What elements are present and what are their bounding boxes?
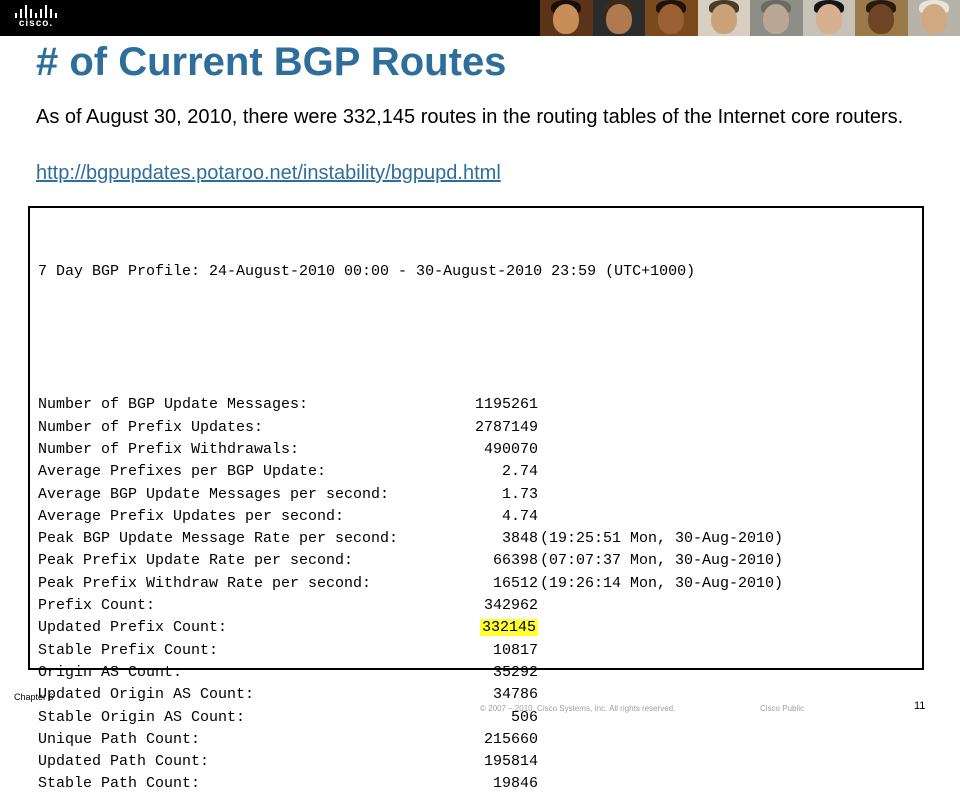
- intro-text: As of August 30, 2010, there were 332,14…: [36, 106, 916, 128]
- source-link[interactable]: http://bgpupdates.potaroo.net/instabilit…: [36, 162, 501, 185]
- terminal-header-text: 7 Day BGP Profile: 24-August-2010 00:00 …: [38, 261, 695, 283]
- stat-label: Prefix Count:: [38, 595, 155, 617]
- stat-label: Number of Prefix Updates:: [38, 417, 263, 439]
- stat-value-text: 4.74: [502, 508, 538, 525]
- stat-row: Average Prefix Updates per second:4.74: [38, 506, 74, 528]
- stat-value-text: 19846: [493, 775, 538, 792]
- footer-classification: Cisco Public: [760, 704, 804, 713]
- header-photo: [540, 0, 593, 36]
- stat-row: Average Prefixes per BGP Update:2.74: [38, 461, 74, 483]
- stat-label: Stable Prefix Count:: [38, 640, 218, 662]
- stat-value-text: 10817: [493, 642, 538, 659]
- stat-row: Number of Prefix Withdrawals:490070: [38, 439, 74, 461]
- stat-value: 66398: [238, 550, 538, 572]
- stat-value-text: 34786: [493, 686, 538, 703]
- stat-value-text: 1195261: [475, 396, 538, 413]
- stat-value-text: 3848: [502, 530, 538, 547]
- stat-value-text: 490070: [484, 441, 538, 458]
- intro-paragraph: As of August 30, 2010, there were 332,14…: [36, 106, 916, 128]
- terminal-output: 7 Day BGP Profile: 24-August-2010 00:00 …: [38, 216, 74, 796]
- blank-line: [38, 327, 74, 349]
- stat-value-text: 195814: [484, 753, 538, 770]
- stat-value: 2787149: [238, 417, 538, 439]
- stat-row: Peak BGP Update Message Rate per second:…: [38, 528, 74, 550]
- page-number: 11: [914, 700, 925, 712]
- stat-row: Origin AS Count:35292: [38, 662, 74, 684]
- stat-label: Stable Origin AS Count:: [38, 707, 245, 729]
- stat-timestamp: (07:07:37 Mon, 30-Aug-2010): [540, 550, 783, 572]
- stat-row: Updated Path Count:195814: [38, 751, 74, 773]
- header-photo: [645, 0, 698, 36]
- header-photo: [803, 0, 856, 36]
- footer-copyright: © 2007 – 2010, Cisco Systems, Inc. All r…: [480, 704, 675, 713]
- header-photo: [750, 0, 803, 36]
- stat-value: 2.74: [238, 461, 538, 483]
- stat-row: Updated Prefix Count:332145: [38, 617, 74, 639]
- stat-value-text: 342962: [484, 597, 538, 614]
- stat-value: 342962: [238, 595, 538, 617]
- stat-row: Number of BGP Update Messages:1195261: [38, 394, 74, 416]
- stat-label: Updated Prefix Count:: [38, 617, 227, 639]
- stat-label: Updated Path Count:: [38, 751, 209, 773]
- stat-label: Updated Origin AS Count:: [38, 684, 254, 706]
- stat-row: Number of Prefix Updates:2787149: [38, 417, 74, 439]
- stat-label: Unique Path Count:: [38, 729, 200, 751]
- terminal-header: 7 Day BGP Profile: 24-August-2010 00:00 …: [38, 261, 74, 283]
- cisco-wordmark: cisco.: [14, 18, 58, 29]
- stat-row: Prefix Count:342962: [38, 595, 74, 617]
- stat-value: 19846: [238, 773, 538, 795]
- stat-value: 16512: [238, 573, 538, 595]
- stat-value: 10817: [238, 640, 538, 662]
- footer-chapter: Chapter 6: [14, 692, 54, 702]
- stat-value: 1195261: [238, 394, 538, 416]
- stat-row: Average BGP Update Messages per second:1…: [38, 484, 74, 506]
- stat-label: Stable Path Count:: [38, 773, 200, 795]
- stat-value: 35292: [238, 662, 538, 684]
- stat-timestamp: (19:26:14 Mon, 30-Aug-2010): [540, 573, 783, 595]
- header-photo: [698, 0, 751, 36]
- stat-value: 490070: [238, 439, 538, 461]
- stat-row: Peak Prefix Update Rate per second:66398…: [38, 550, 74, 572]
- stat-value-text: 1.73: [502, 486, 538, 503]
- slide-title: # of Current BGP Routes: [36, 40, 506, 85]
- stat-row: Stable Origin AS Count:506: [38, 707, 74, 729]
- stat-value-text: 2787149: [475, 419, 538, 436]
- stat-value: 4.74: [238, 506, 538, 528]
- stat-row: Stable Prefix Count:10817: [38, 640, 74, 662]
- highlighted-value: 332145: [480, 619, 538, 636]
- bgp-profile-box: 7 Day BGP Profile: 24-August-2010 00:00 …: [28, 206, 924, 670]
- stat-row: Unique Path Count:215660: [38, 729, 74, 751]
- stat-value-text: 215660: [484, 731, 538, 748]
- stat-value-text: 2.74: [502, 463, 538, 480]
- stat-value-text: 16512: [493, 575, 538, 592]
- header-photo: [593, 0, 646, 36]
- stat-value: 195814: [238, 751, 538, 773]
- stat-value: 332145: [238, 617, 538, 639]
- header-banner: cisco.: [0, 0, 960, 36]
- stat-value-text: 35292: [493, 664, 538, 681]
- header-photo: [908, 0, 960, 36]
- stat-row: Stable Path Count:19846: [38, 773, 74, 795]
- header-photo: [855, 0, 908, 36]
- cisco-bars-icon: [14, 5, 58, 18]
- stat-value: 3848: [238, 528, 538, 550]
- stat-label: Origin AS Count:: [38, 662, 182, 684]
- stat-value: 1.73: [238, 484, 538, 506]
- stat-timestamp: (19:25:51 Mon, 30-Aug-2010): [540, 528, 783, 550]
- stat-value: 215660: [238, 729, 538, 751]
- stat-value-text: 66398: [493, 552, 538, 569]
- cisco-logo: cisco.: [14, 5, 58, 31]
- header-photo-strip: [540, 0, 960, 36]
- stat-row: Peak Prefix Withdraw Rate per second:165…: [38, 573, 74, 595]
